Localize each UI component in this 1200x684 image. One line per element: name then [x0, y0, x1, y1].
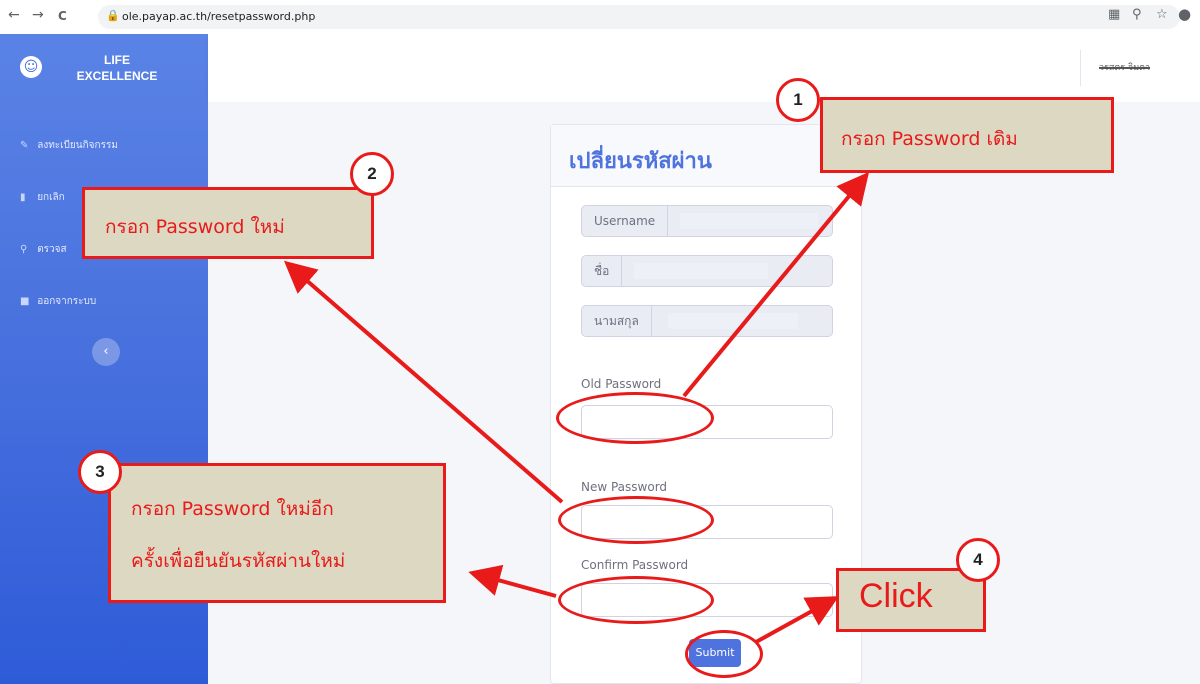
callout-step-3-line1: กรอก Password ใหม่อีก — [131, 498, 334, 520]
highlight-new-password — [558, 496, 714, 544]
callout-step-3: กรอก Password ใหม่อีก ครั้งเพื่อยืนยันรห… — [108, 463, 446, 603]
callout-step-2-text: กรอก Password ใหม่ — [105, 216, 285, 238]
arrow-step-3 — [468, 564, 557, 598]
callout-step-4-text: Click — [859, 577, 933, 615]
step-number-1: 1 — [776, 78, 820, 122]
callout-step-1: กรอก Password เดิม — [820, 97, 1114, 173]
step-number-3: 3 — [78, 450, 122, 494]
arrow-step-4 — [755, 596, 840, 644]
arrow-step-1 — [682, 171, 870, 398]
callout-step-2: กรอก Password ใหม่ — [82, 187, 374, 259]
highlight-old-password — [556, 392, 714, 444]
step-number-4: 4 — [956, 538, 1000, 582]
step-number-2: 2 — [350, 152, 394, 196]
highlight-submit — [685, 630, 763, 678]
callout-step-4: Click — [836, 568, 986, 632]
callout-step-1-text: กรอก Password เดิม — [841, 128, 1018, 150]
callout-step-3-line2: ครั้งเพื่อยืนยันรหัสผ่านใหม่ — [131, 550, 346, 572]
screen: ← → C 🔒 ole.payap.ac.th/resetpassword.ph… — [0, 0, 1200, 684]
highlight-confirm-password — [558, 576, 714, 624]
